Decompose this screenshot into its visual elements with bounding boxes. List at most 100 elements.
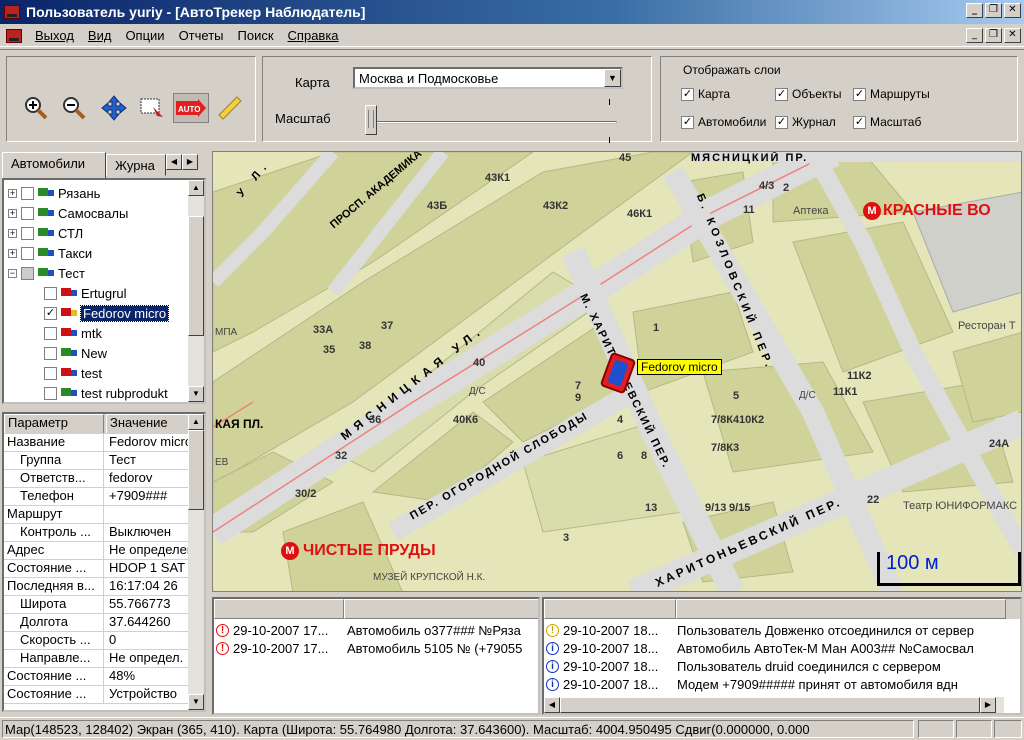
property-row[interactable]: Контроль ... Выключен [4, 524, 190, 542]
menu-help[interactable]: Справка [281, 28, 346, 43]
expand-icon[interactable]: + [8, 228, 17, 238]
menu-reports[interactable]: Отчеты [172, 28, 231, 43]
property-row[interactable]: Состояние ... Устройство [4, 686, 190, 704]
props-scrollbar[interactable]: ▲ ▼ [188, 414, 204, 710]
expand-icon[interactable]: + [8, 248, 17, 258]
zoom-out-icon[interactable] [59, 93, 89, 123]
props-header-param[interactable]: Параметр [4, 414, 104, 433]
map-view[interactable]: МЯСНИЦКИЙ ПР. ПРОСП. АКАДЕМИКА Б. КОЗЛОВ… [212, 151, 1022, 592]
property-row[interactable]: Долгота 37.644260 [4, 614, 190, 632]
scroll-up-icon[interactable]: ▲ [188, 414, 204, 430]
property-row[interactable]: Направле... Не определ. [4, 650, 190, 668]
collapse-icon[interactable]: − [8, 268, 17, 278]
scroll-down-icon[interactable]: ▼ [188, 386, 204, 402]
log-column-date[interactable] [544, 599, 676, 619]
scroll-up-icon[interactable]: ▲ [188, 180, 204, 196]
tree-item[interactable]: test [44, 363, 102, 383]
checkbox[interactable] [44, 386, 57, 400]
property-row[interactable]: Последняя в... 16:17:04 26 [4, 578, 190, 596]
checkbox[interactable] [21, 266, 34, 280]
menu-exit[interactable]: Выход [28, 28, 81, 43]
property-row[interactable]: Маршрут [4, 506, 190, 524]
property-row[interactable]: Широта 55.766773 [4, 596, 190, 614]
tree-item[interactable]: + Рязань [8, 183, 100, 203]
map-select[interactable]: Москва и Подмосковье ▼ [353, 67, 623, 89]
zoom-rect-icon[interactable] [137, 93, 167, 123]
log-row[interactable]: i 29-10-2007 18... Пользователь druid соед… [546, 657, 941, 675]
layer-map-checkbox[interactable]: ✓ Карта [681, 87, 730, 102]
scroll-thumb[interactable] [188, 430, 204, 510]
menu-search[interactable]: Поиск [231, 28, 281, 43]
log-row[interactable]: i 29-10-2007 18... Модем +7909##### принят… [546, 675, 958, 693]
checkbox[interactable] [21, 186, 34, 200]
checkbox[interactable]: ✓ [681, 88, 694, 102]
property-row[interactable]: Состояние ... 48% [4, 668, 190, 686]
minimize-button[interactable]: _ [966, 3, 983, 18]
checkbox[interactable]: ✓ [681, 116, 694, 130]
property-row[interactable]: Название Fedorov micro [4, 434, 190, 452]
property-row[interactable]: Состояние ... HDOP 1 SAT [4, 560, 190, 578]
log-row[interactable]: ! 29-10-2007 18... Пользователь Довженко о… [546, 621, 974, 639]
scroll-right-icon[interactable]: ▶ [980, 697, 996, 713]
log-column-message[interactable] [676, 599, 1006, 619]
expand-icon[interactable]: + [8, 188, 17, 198]
checkbox[interactable]: ✓ [853, 116, 866, 130]
zoom-in-icon[interactable] [21, 93, 51, 123]
property-row[interactable]: Адрес Не определен [4, 542, 190, 560]
ruler-icon[interactable] [215, 93, 245, 123]
tab-vehicles[interactable]: Автомобили [2, 152, 106, 178]
scroll-down-icon[interactable]: ▼ [188, 694, 204, 710]
chevron-down-icon[interactable]: ▼ [604, 69, 621, 87]
menu-view[interactable]: Вид [81, 28, 119, 43]
log-row[interactable]: ! 29-10-2007 17... Автомобиль о377### №Ряз… [216, 621, 521, 639]
log-column-message[interactable] [344, 599, 538, 619]
scroll-thumb[interactable] [560, 697, 980, 713]
property-row[interactable]: Скорость ... 0 [4, 632, 190, 650]
tree-item[interactable]: mtk [44, 323, 102, 343]
log-row[interactable]: i 29-10-2007 18... Автомобиль АвтоТек-М Ма… [546, 639, 974, 657]
layer-routes-checkbox[interactable]: ✓ Маршруты [853, 87, 930, 102]
checkbox[interactable]: ✓ [44, 306, 57, 320]
tree-item-selected[interactable]: ✓ Fedorov micro [44, 303, 170, 323]
log-hscrollbar[interactable]: ◀ ▶ [544, 697, 1004, 713]
property-row[interactable]: Ответств... fedorov [4, 470, 190, 488]
mdi-close-button[interactable]: ✕ [1004, 28, 1021, 43]
mdi-restore-button[interactable]: ❐ [985, 28, 1002, 43]
checkbox[interactable]: ✓ [775, 116, 788, 130]
checkbox[interactable] [21, 206, 34, 220]
tree-item[interactable]: + Самосвалы [8, 203, 128, 223]
tab-journal[interactable]: Журна [106, 154, 166, 176]
property-row[interactable]: Телефон +7909### [4, 488, 190, 506]
close-button[interactable]: ✕ [1004, 3, 1021, 18]
checkbox[interactable]: ✓ [775, 88, 788, 102]
expand-icon[interactable]: + [8, 208, 17, 218]
checkbox[interactable] [44, 366, 57, 380]
scale-slider-thumb[interactable] [365, 105, 377, 135]
props-header-value[interactable]: Значение [106, 414, 190, 433]
property-row[interactable]: Группа Тест [4, 452, 190, 470]
layer-objects-checkbox[interactable]: ✓ Объекты [775, 87, 842, 102]
mdi-minimize-button[interactable]: _ [966, 28, 983, 43]
tree-item[interactable]: test rubprodukt [44, 383, 168, 402]
scroll-thumb[interactable] [188, 216, 204, 336]
checkbox[interactable] [44, 286, 57, 300]
tree-item[interactable]: New [44, 343, 107, 363]
log-column-date[interactable] [214, 599, 344, 619]
checkbox[interactable] [21, 226, 34, 240]
log-row[interactable]: ! 29-10-2007 17... Автомобиль 5105 № (+790… [216, 639, 522, 657]
pan-icon[interactable] [99, 93, 129, 123]
layer-scale-checkbox[interactable]: ✓ Масштаб [853, 115, 921, 130]
menu-options[interactable]: Опции [118, 28, 171, 43]
layer-vehicles-checkbox[interactable]: ✓ Автомобили [681, 115, 766, 130]
tree-scrollbar[interactable]: ▲ ▼ [188, 180, 204, 402]
scroll-left-icon[interactable]: ◀ [544, 697, 560, 713]
layer-journal-checkbox[interactable]: ✓ Журнал [775, 115, 836, 130]
tree-item[interactable]: − Тест [8, 263, 85, 283]
tree-item[interactable]: + Такси [8, 243, 92, 263]
auto-icon[interactable]: AUTO [173, 93, 209, 123]
checkbox[interactable] [44, 346, 57, 360]
checkbox[interactable]: ✓ [853, 88, 866, 102]
checkbox[interactable] [21, 246, 34, 260]
tab-scroll-left-icon[interactable]: ◀ [166, 154, 182, 170]
tab-scroll-right-icon[interactable]: ▶ [182, 154, 198, 170]
